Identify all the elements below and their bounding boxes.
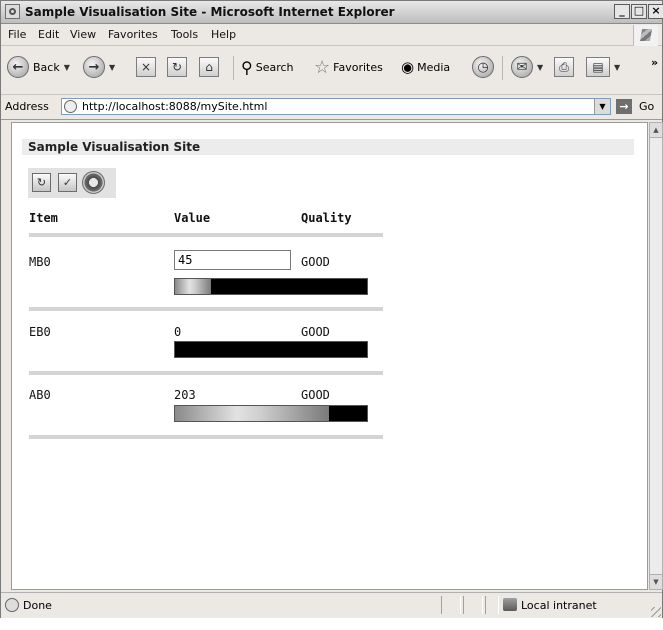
column-header-quality: Quality bbox=[301, 211, 352, 225]
page-done-icon bbox=[5, 598, 19, 612]
print-icon: ⎙ bbox=[554, 57, 574, 77]
refresh-icon[interactable]: ↻ bbox=[32, 173, 51, 192]
chevron-down-icon: ▼ bbox=[63, 62, 70, 72]
status-pane bbox=[485, 596, 499, 614]
scroll-down-icon[interactable]: ▼ bbox=[650, 574, 662, 589]
status-bar: Done Local intranet bbox=[1, 592, 662, 618]
back-button[interactable]: ← Back ▼ bbox=[7, 54, 70, 80]
control-strip: ↻ ✓ bbox=[28, 168, 116, 198]
level-bar bbox=[174, 278, 368, 295]
row-quality: GOOD bbox=[301, 388, 330, 402]
stop-button[interactable]: × bbox=[136, 54, 156, 80]
back-label: Back bbox=[33, 60, 60, 74]
column-header-value: Value bbox=[174, 211, 211, 225]
status-pane bbox=[441, 596, 461, 614]
security-zone: Local intranet bbox=[521, 599, 597, 612]
search-icon: ⚲ bbox=[241, 57, 253, 77]
windows-logo-icon bbox=[633, 25, 658, 46]
row-item: MB0 bbox=[29, 255, 51, 269]
toolbar-separator bbox=[502, 56, 503, 80]
mail-button[interactable]: ✉ ▼ bbox=[511, 54, 543, 80]
divider bbox=[29, 435, 383, 439]
page-title: Sample Visualisation Site bbox=[22, 139, 634, 155]
toolbar-separator bbox=[233, 56, 234, 80]
chevron-down-icon: ▼ bbox=[537, 62, 544, 72]
minimize-button[interactable]: _ bbox=[614, 4, 630, 19]
address-url: http://localhost:8088/mySite.html bbox=[82, 100, 268, 113]
back-arrow-icon: ← bbox=[7, 56, 29, 78]
media-label: Media bbox=[417, 60, 451, 74]
column-header-item: Item bbox=[29, 211, 58, 225]
refresh-button[interactable]: ↻ bbox=[167, 54, 187, 80]
row-quality: GOOD bbox=[301, 325, 330, 339]
history-button[interactable]: ◷ bbox=[472, 54, 494, 80]
forward-arrow-icon: → bbox=[83, 56, 105, 78]
media-icon: ◉ bbox=[401, 58, 415, 76]
media-button[interactable]: ◉ Media bbox=[401, 54, 450, 80]
menu-bar: File Edit View Favorites Tools Help bbox=[1, 24, 662, 46]
row-value: 0 bbox=[174, 325, 182, 339]
go-button[interactable]: Go bbox=[639, 100, 654, 113]
menu-help[interactable]: Help bbox=[211, 28, 236, 41]
intranet-icon bbox=[503, 598, 517, 611]
favorites-label: Favorites bbox=[333, 60, 383, 74]
home-icon: ⌂ bbox=[199, 57, 219, 77]
mail-icon: ✉ bbox=[511, 56, 533, 78]
row-item: EB0 bbox=[29, 325, 51, 339]
edit-page-icon: ▤ bbox=[586, 57, 610, 77]
menu-edit[interactable]: Edit bbox=[38, 28, 59, 41]
resize-grip[interactable] bbox=[651, 607, 661, 617]
history-icon: ◷ bbox=[472, 56, 494, 78]
chevron-down-icon: ▼ bbox=[109, 62, 116, 72]
row-quality: GOOD bbox=[301, 255, 330, 269]
page-icon bbox=[64, 100, 77, 113]
edit-button[interactable]: ▤ ▼ bbox=[586, 54, 620, 80]
favorites-button[interactable]: ☆ Favorites bbox=[314, 54, 383, 80]
settings-wheel-icon[interactable] bbox=[82, 171, 105, 194]
level-bar bbox=[174, 405, 368, 422]
level-bar bbox=[174, 341, 368, 358]
go-arrow-icon[interactable]: → bbox=[616, 99, 632, 114]
menu-file[interactable]: File bbox=[8, 28, 26, 41]
page-content: Sample Visualisation Site ↻ ✓ Item Value… bbox=[11, 122, 648, 590]
row-value: 203 bbox=[174, 388, 196, 402]
address-input[interactable]: http://localhost:8088/mySite.html ▼ bbox=[61, 98, 611, 115]
stop-icon: × bbox=[136, 57, 156, 77]
chevron-down-icon[interactable]: ▼ bbox=[594, 99, 610, 114]
menu-tools[interactable]: Tools bbox=[171, 28, 198, 41]
vertical-scrollbar[interactable]: ▲ ▼ bbox=[649, 122, 663, 590]
row-item: AB0 bbox=[29, 388, 51, 402]
divider bbox=[29, 371, 383, 375]
level-bar-fill bbox=[175, 406, 329, 421]
home-button[interactable]: ⌂ bbox=[199, 54, 219, 80]
browser-window: Sample Visualisation Site - Microsoft In… bbox=[0, 0, 663, 618]
menu-view[interactable]: View bbox=[70, 28, 96, 41]
search-label: Search bbox=[255, 60, 294, 74]
scroll-up-icon[interactable]: ▲ bbox=[650, 123, 662, 138]
status-pane bbox=[463, 596, 483, 614]
chevron-down-icon: ▼ bbox=[614, 62, 621, 72]
address-bar: Address http://localhost:8088/mySite.htm… bbox=[1, 95, 662, 120]
title-bar: Sample Visualisation Site - Microsoft In… bbox=[1, 1, 663, 24]
close-button[interactable]: × bbox=[648, 4, 663, 19]
divider bbox=[29, 233, 383, 237]
toolbar: ← Back ▼ → ▼ × ↻ ⌂ ⚲ Search ☆ Favorites … bbox=[1, 46, 662, 95]
check-edit-icon[interactable]: ✓ bbox=[58, 173, 77, 192]
print-button[interactable]: ⎙ bbox=[554, 54, 574, 80]
toolbar-overflow-button[interactable]: » bbox=[651, 56, 658, 69]
refresh-icon: ↻ bbox=[167, 57, 187, 77]
maximize-button[interactable]: □ bbox=[631, 4, 647, 19]
value-input[interactable] bbox=[174, 250, 291, 270]
ie-icon bbox=[5, 4, 20, 19]
star-icon: ☆ bbox=[314, 56, 331, 78]
status-text: Done bbox=[23, 599, 52, 612]
search-button[interactable]: ⚲ Search bbox=[241, 54, 294, 80]
level-bar-fill bbox=[175, 279, 212, 294]
forward-button[interactable]: → ▼ bbox=[83, 54, 115, 80]
menu-favorites[interactable]: Favorites bbox=[108, 28, 158, 41]
window-title: Sample Visualisation Site - Microsoft In… bbox=[25, 5, 395, 19]
divider bbox=[29, 307, 383, 311]
address-label: Address bbox=[5, 100, 49, 113]
